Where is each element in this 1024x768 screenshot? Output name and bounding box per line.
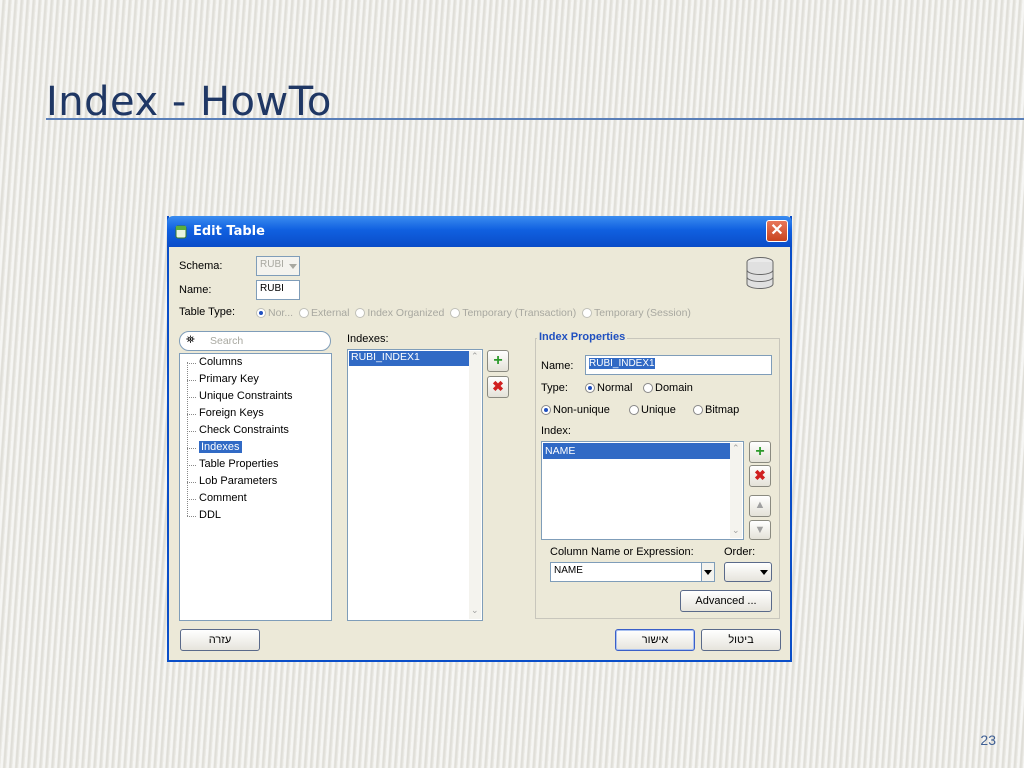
plus-icon: + (755, 443, 765, 460)
ok-button[interactable]: אישור (615, 629, 695, 651)
nav-item-check-constraints[interactable]: Check Constraints (187, 424, 289, 436)
nav-item-indexes-label: Indexes (199, 441, 242, 453)
indexes-list: RUBI_INDEX1 ⌃ ⌄ (347, 349, 483, 621)
table-type-temp-transaction[interactable]: Temporary (Transaction) (450, 307, 576, 319)
table-type-group: Nor... External Index Organized Temporar… (256, 307, 691, 319)
binoculars-icon: ⛯ (186, 334, 195, 346)
schema-label: Schema: (179, 260, 223, 272)
delete-icon: ✖ (492, 378, 504, 394)
title-underline (46, 118, 1024, 120)
name-label: Name: (179, 284, 212, 296)
radio-icon (355, 308, 366, 318)
add-column-button[interactable]: + (749, 441, 771, 463)
delete-icon: ✖ (754, 467, 766, 483)
index-type-label: Type: (541, 382, 568, 394)
nav-item-table-properties[interactable]: Table Properties (187, 458, 279, 470)
add-index-button[interactable]: + (487, 350, 509, 372)
database-icon (745, 256, 775, 293)
combo-dropdown-button[interactable] (701, 563, 714, 581)
advanced-button[interactable]: Advanced ... (680, 590, 772, 612)
radio-icon (585, 383, 595, 393)
chevron-down-icon[interactable]: ⌄ (732, 525, 740, 536)
move-up-button[interactable]: ▲ (749, 495, 771, 517)
indexes-label: Indexes: (347, 333, 389, 345)
index-name-input[interactable]: RUBI_INDEX1 (585, 355, 772, 375)
radio-icon (582, 308, 593, 318)
schema-select[interactable]: RUBI (256, 256, 300, 276)
table-type-normal[interactable]: Nor... (256, 307, 293, 319)
remove-column-button[interactable]: ✖ (749, 465, 771, 487)
table-type-external[interactable]: External (298, 307, 349, 319)
nav-item-primary-key[interactable]: Primary Key (187, 373, 259, 385)
radio-icon (256, 308, 266, 318)
table-type-temp-session[interactable]: Temporary (Session) (582, 307, 691, 319)
table-type-index-organized[interactable]: Index Organized (355, 307, 444, 319)
index-name-label: Name: (541, 360, 574, 372)
plus-icon: + (493, 352, 503, 369)
nav-item-columns[interactable]: Columns (187, 356, 242, 368)
radio-icon (541, 405, 551, 415)
nav-item-ddl[interactable]: DDL (187, 509, 221, 521)
remove-index-button[interactable]: ✖ (487, 376, 509, 398)
index-column-row[interactable]: NAME (543, 443, 731, 459)
edit-table-dialog: Edit Table ✕ Schema: RUBI Name: RUBI Tab… (167, 216, 792, 662)
nav-item-indexes[interactable]: Indexes (187, 441, 242, 453)
page-number: 23 (980, 732, 996, 748)
type-domain-radio[interactable]: Domain (643, 382, 693, 394)
chevron-down-icon[interactable]: ⌄ (471, 605, 479, 616)
chevron-up-icon[interactable]: ⌃ (732, 443, 740, 454)
non-unique-radio[interactable]: Non-unique (541, 404, 610, 416)
order-select[interactable] (724, 562, 772, 582)
unique-radio[interactable]: Unique (629, 404, 676, 416)
column-expression-combo[interactable]: NAME (550, 562, 715, 582)
type-normal-radio[interactable]: Normal (585, 382, 632, 394)
nav-item-foreign-keys[interactable]: Foreign Keys (187, 407, 264, 419)
search-placeholder: Search (210, 335, 244, 347)
order-label: Order: (724, 546, 756, 558)
chevron-down-icon (289, 264, 297, 269)
indexes-scrollbar[interactable]: ⌃ ⌄ (469, 351, 481, 619)
radio-icon (643, 383, 653, 393)
nav-item-lob-parameters[interactable]: Lob Parameters (187, 475, 277, 487)
bitmap-radio[interactable]: Bitmap (693, 404, 739, 416)
cancel-button[interactable]: ביטול (701, 629, 781, 651)
table-icon (175, 225, 187, 239)
schema-value: RUBI (260, 259, 284, 270)
index-columns-list: NAME ⌃ ⌄ (541, 441, 744, 540)
nav-item-unique-constraints[interactable]: Unique Constraints (187, 390, 293, 402)
radio-icon (450, 308, 461, 318)
chevron-down-icon (760, 570, 768, 575)
table-type-label: Table Type: (179, 306, 236, 318)
chevron-down-icon (704, 570, 712, 575)
index-properties-title: Index Properties (537, 331, 628, 343)
radio-icon (298, 308, 309, 318)
nav-item-comment[interactable]: Comment (187, 492, 247, 504)
index-row[interactable]: RUBI_INDEX1 (349, 351, 470, 366)
index-columns-label: Index: (541, 425, 571, 437)
move-down-button[interactable]: ▼ (749, 520, 771, 540)
index-columns-scrollbar[interactable]: ⌃ ⌄ (730, 443, 742, 538)
chevron-up-icon[interactable]: ⌃ (471, 351, 479, 362)
table-name-input[interactable]: RUBI (256, 280, 300, 300)
index-name-value: RUBI_INDEX1 (589, 358, 655, 369)
nav-tree: Columns Primary Key Unique Constraints F… (179, 353, 332, 621)
radio-icon (693, 405, 703, 415)
close-icon[interactable]: ✕ (766, 220, 788, 242)
dialog-titlebar[interactable]: Edit Table ✕ (167, 216, 792, 247)
column-expression-value: NAME (554, 565, 583, 576)
arrow-up-icon: ▲ (754, 499, 766, 511)
column-expression-label: Column Name or Expression: (550, 546, 694, 558)
arrow-down-icon: ▼ (754, 524, 766, 536)
dialog-title: Edit Table (193, 224, 265, 239)
help-button[interactable]: עזרה (180, 629, 260, 651)
search-input[interactable]: ⛯ Search (179, 331, 331, 351)
radio-icon (629, 405, 639, 415)
